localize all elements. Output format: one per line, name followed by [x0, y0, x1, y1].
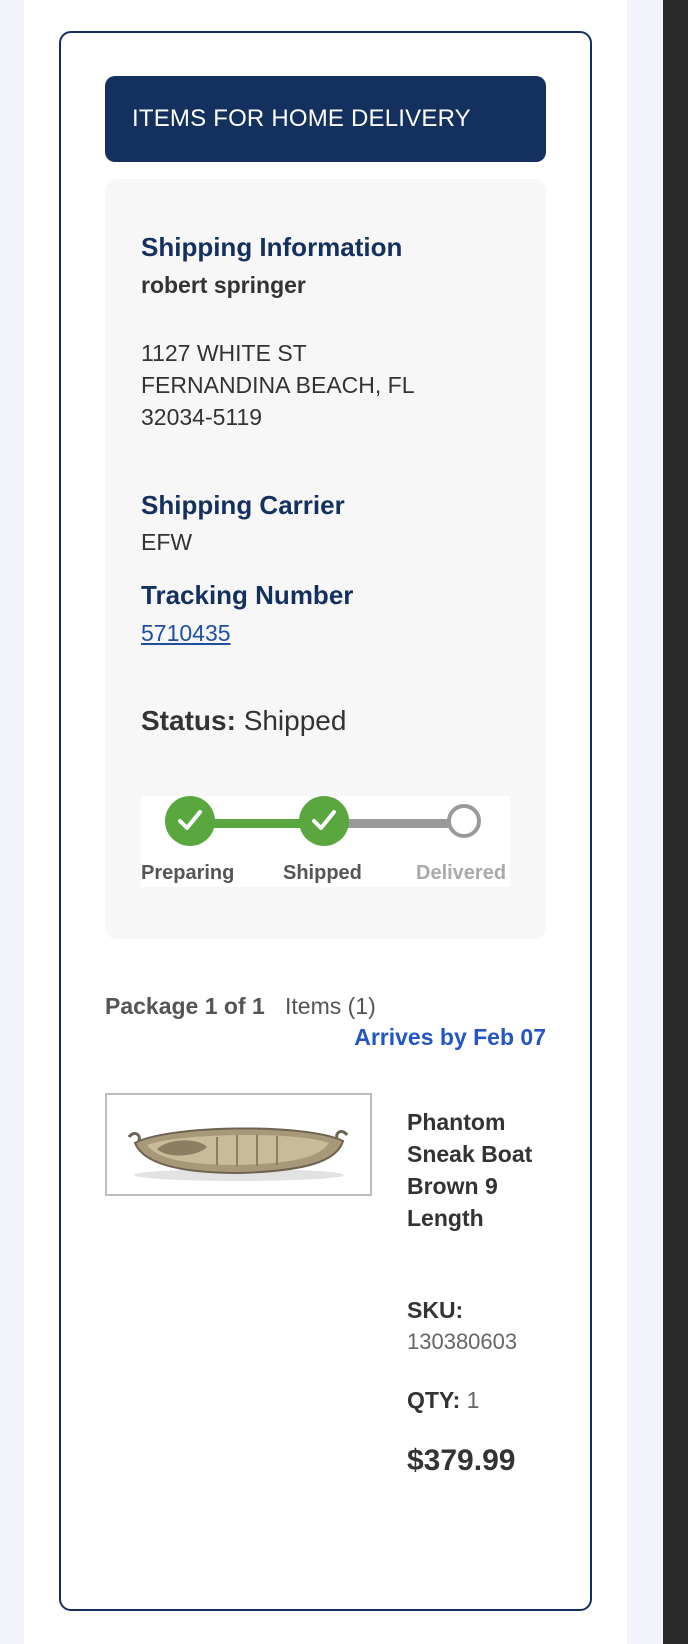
- order-status: Status: Shipped: [141, 705, 346, 737]
- scrollbar-track[interactable]: [663, 0, 688, 1644]
- boat-image-icon: [127, 1127, 349, 1181]
- shipping-info-heading: Shipping Information: [141, 232, 403, 262]
- package-label: Package 1 of 1: [105, 993, 265, 1019]
- recipient-name: robert springer: [141, 272, 306, 298]
- tracking-number-link[interactable]: 5710435: [141, 620, 231, 646]
- sku-label: SKU:: [407, 1297, 464, 1323]
- step-label-shipped: Shipped: [283, 862, 362, 884]
- banner-title: ITEMS FOR HOME DELIVERY: [132, 105, 471, 132]
- qty-value: 1: [466, 1387, 480, 1413]
- shipment-progress-tracker: Preparing Shipped Delivered: [141, 796, 510, 887]
- sku-value: 130380603: [407, 1329, 518, 1354]
- step-label-preparing: Preparing: [141, 862, 235, 884]
- address-line-1: 1127 WHITE ST: [141, 340, 307, 366]
- quantity: QTY: 1: [407, 1387, 479, 1414]
- product-price: $379.99: [407, 1444, 516, 1477]
- address-line-2: FERNANDINA BEACH, FL: [141, 372, 415, 398]
- step-shipped-check-icon: [299, 796, 349, 846]
- arrival-date: Arrives by Feb 07: [354, 1024, 546, 1050]
- carrier-heading: Shipping Carrier: [141, 490, 345, 520]
- product-name[interactable]: Phantom Sneak Boat Brown 9 Length: [407, 1106, 537, 1234]
- status-value: Shipped: [243, 705, 347, 736]
- carrier-value: EFW: [141, 529, 193, 555]
- step-preparing-check-icon: [165, 796, 215, 846]
- step-label-delivered: Delivered: [416, 862, 507, 884]
- qty-label: QTY:: [407, 1387, 461, 1413]
- tracking-heading: Tracking Number: [141, 580, 354, 610]
- home-delivery-banner: ITEMS FOR HOME DELIVERY: [105, 76, 546, 162]
- package-items-count: Items (1): [285, 993, 376, 1019]
- step-delivered-circle-icon: [447, 804, 481, 838]
- address-line-3: 32034-5119: [141, 404, 263, 430]
- status-label: Status:: [141, 705, 236, 736]
- product-image[interactable]: [105, 1093, 372, 1196]
